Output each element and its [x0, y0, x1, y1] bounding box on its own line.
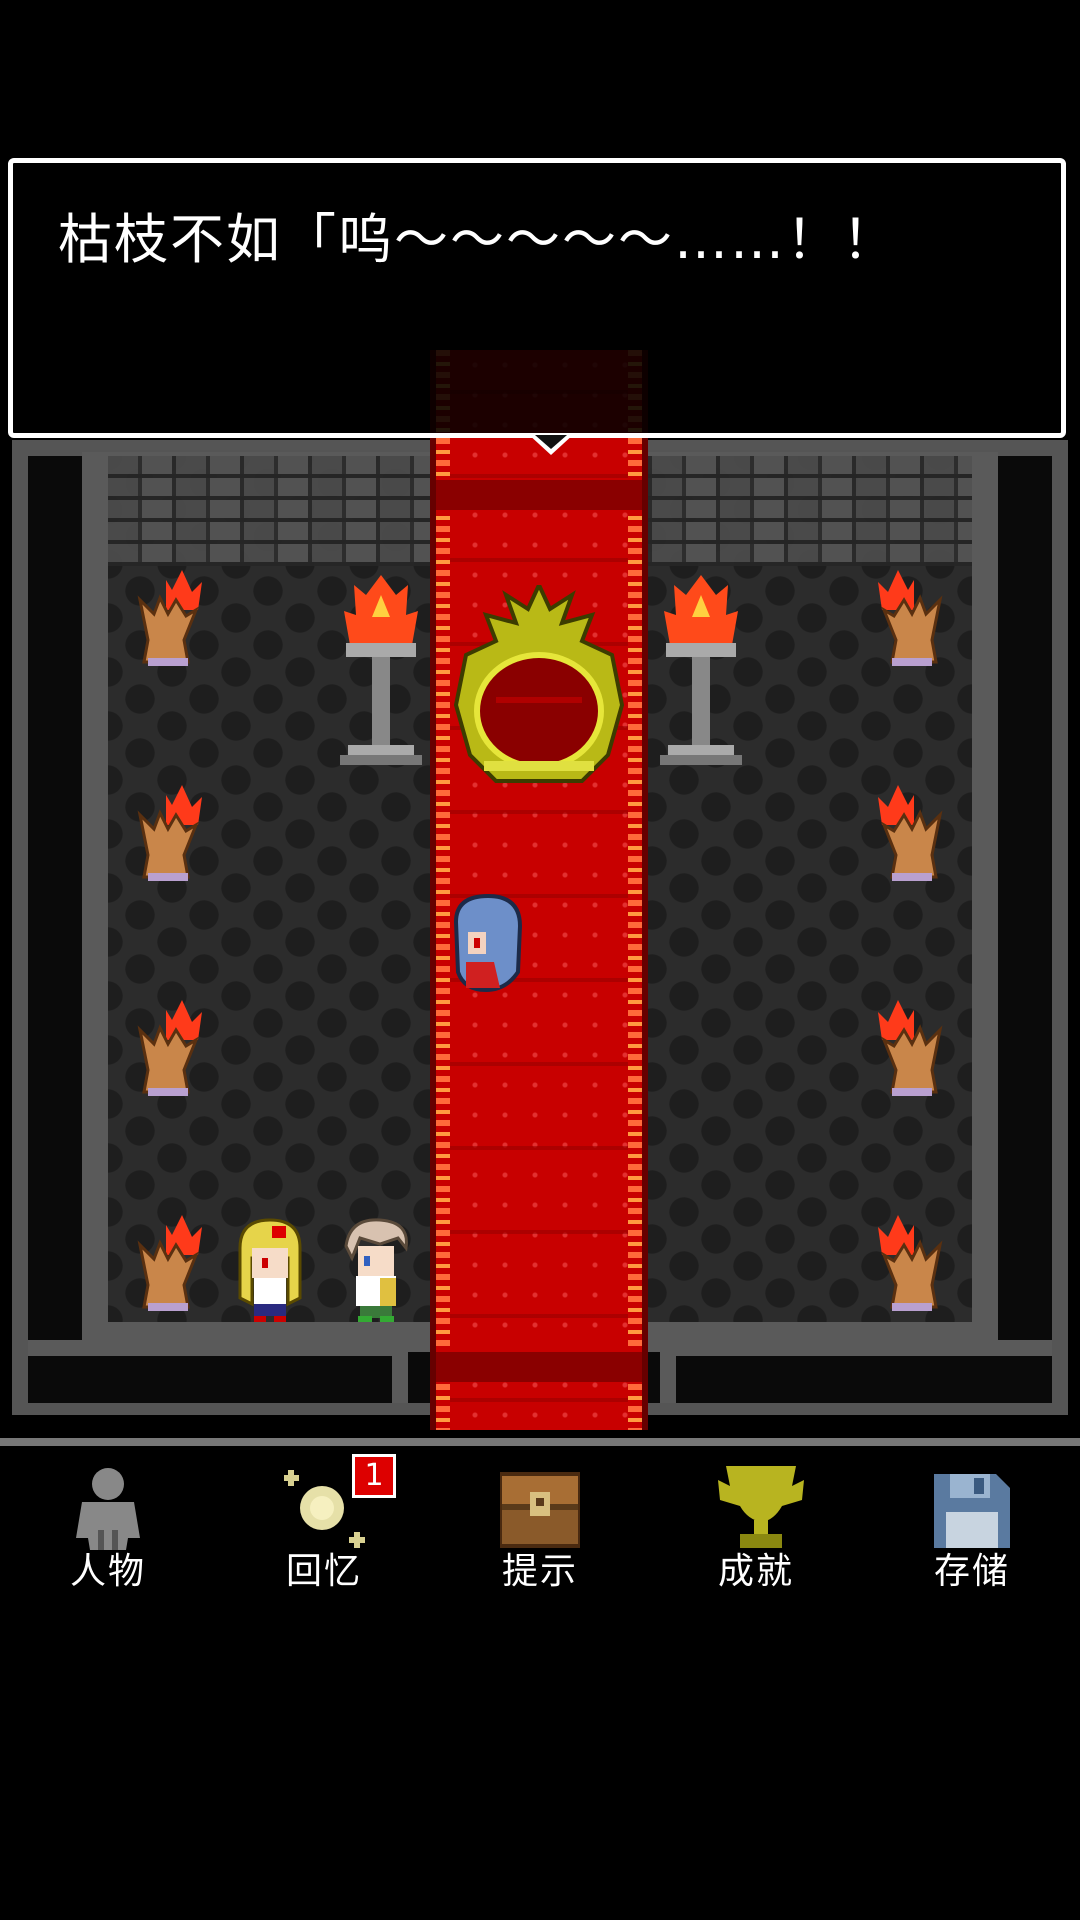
red-carpet: [430, 350, 648, 1430]
blue-hair-character[interactable]: [446, 892, 526, 1002]
menu-label-character: 人物: [69, 1551, 146, 1592]
floppy-disk-icon: [934, 1474, 1010, 1548]
hand-torch-icon: [878, 1215, 943, 1311]
menu-item-save[interactable]: 存储: [864, 1446, 1080, 1616]
menu-label-achievements: 成就: [717, 1551, 794, 1592]
brazier-torch-icon: [660, 575, 742, 765]
throne[interactable]: [436, 585, 642, 785]
carpet-band: [436, 1352, 642, 1382]
blonde-girl-character[interactable]: [232, 1218, 308, 1324]
menu-item-hint[interactable]: 提示: [432, 1446, 648, 1616]
dialog-text: 枯枝不如「呜～～～～～……！！: [58, 208, 898, 271]
dialog-box[interactable]: 枯枝不如「呜～～～～～……！！: [8, 158, 1066, 455]
trophy-icon: [718, 1466, 804, 1548]
brazier-torch-icon: [340, 575, 422, 765]
menu-label-save: 存储: [933, 1551, 1010, 1592]
menu-item-achievements[interactable]: 成就: [648, 1446, 864, 1616]
bottom-right-wall: [660, 1340, 1052, 1403]
carpet-band: [436, 480, 642, 510]
menu-label-hint: 提示: [501, 1551, 578, 1592]
hand-torch-icon: [137, 785, 202, 881]
treasure-chest-icon: [500, 1472, 580, 1548]
hand-torch-icon: [878, 570, 943, 666]
menu-label-memories: 回忆: [285, 1551, 362, 1592]
hand-torch-icon: [137, 1000, 202, 1096]
dialog-continue-arrow-icon[interactable]: [527, 433, 575, 455]
person-icon: [76, 1468, 140, 1550]
carpet-edge-left: [430, 350, 436, 1430]
hand-torch-icon: [137, 1215, 202, 1311]
carpet-edge-right: [642, 350, 648, 1430]
hand-torch-icon: [878, 785, 943, 881]
bottom-left-wall: [28, 1340, 408, 1403]
bottom-menu: 人物 回忆 提示 成就 存储: [0, 1446, 1080, 1646]
memories-notification-badge: 1: [352, 1454, 396, 1498]
hand-torch-icon: [878, 1000, 943, 1096]
menu-item-character[interactable]: 人物: [0, 1446, 216, 1616]
menu-item-memories[interactable]: 回忆: [216, 1446, 432, 1616]
grey-hair-boy-character[interactable]: [340, 1218, 416, 1324]
hand-torch-icon: [137, 570, 202, 666]
menu-divider: [0, 1438, 1080, 1446]
